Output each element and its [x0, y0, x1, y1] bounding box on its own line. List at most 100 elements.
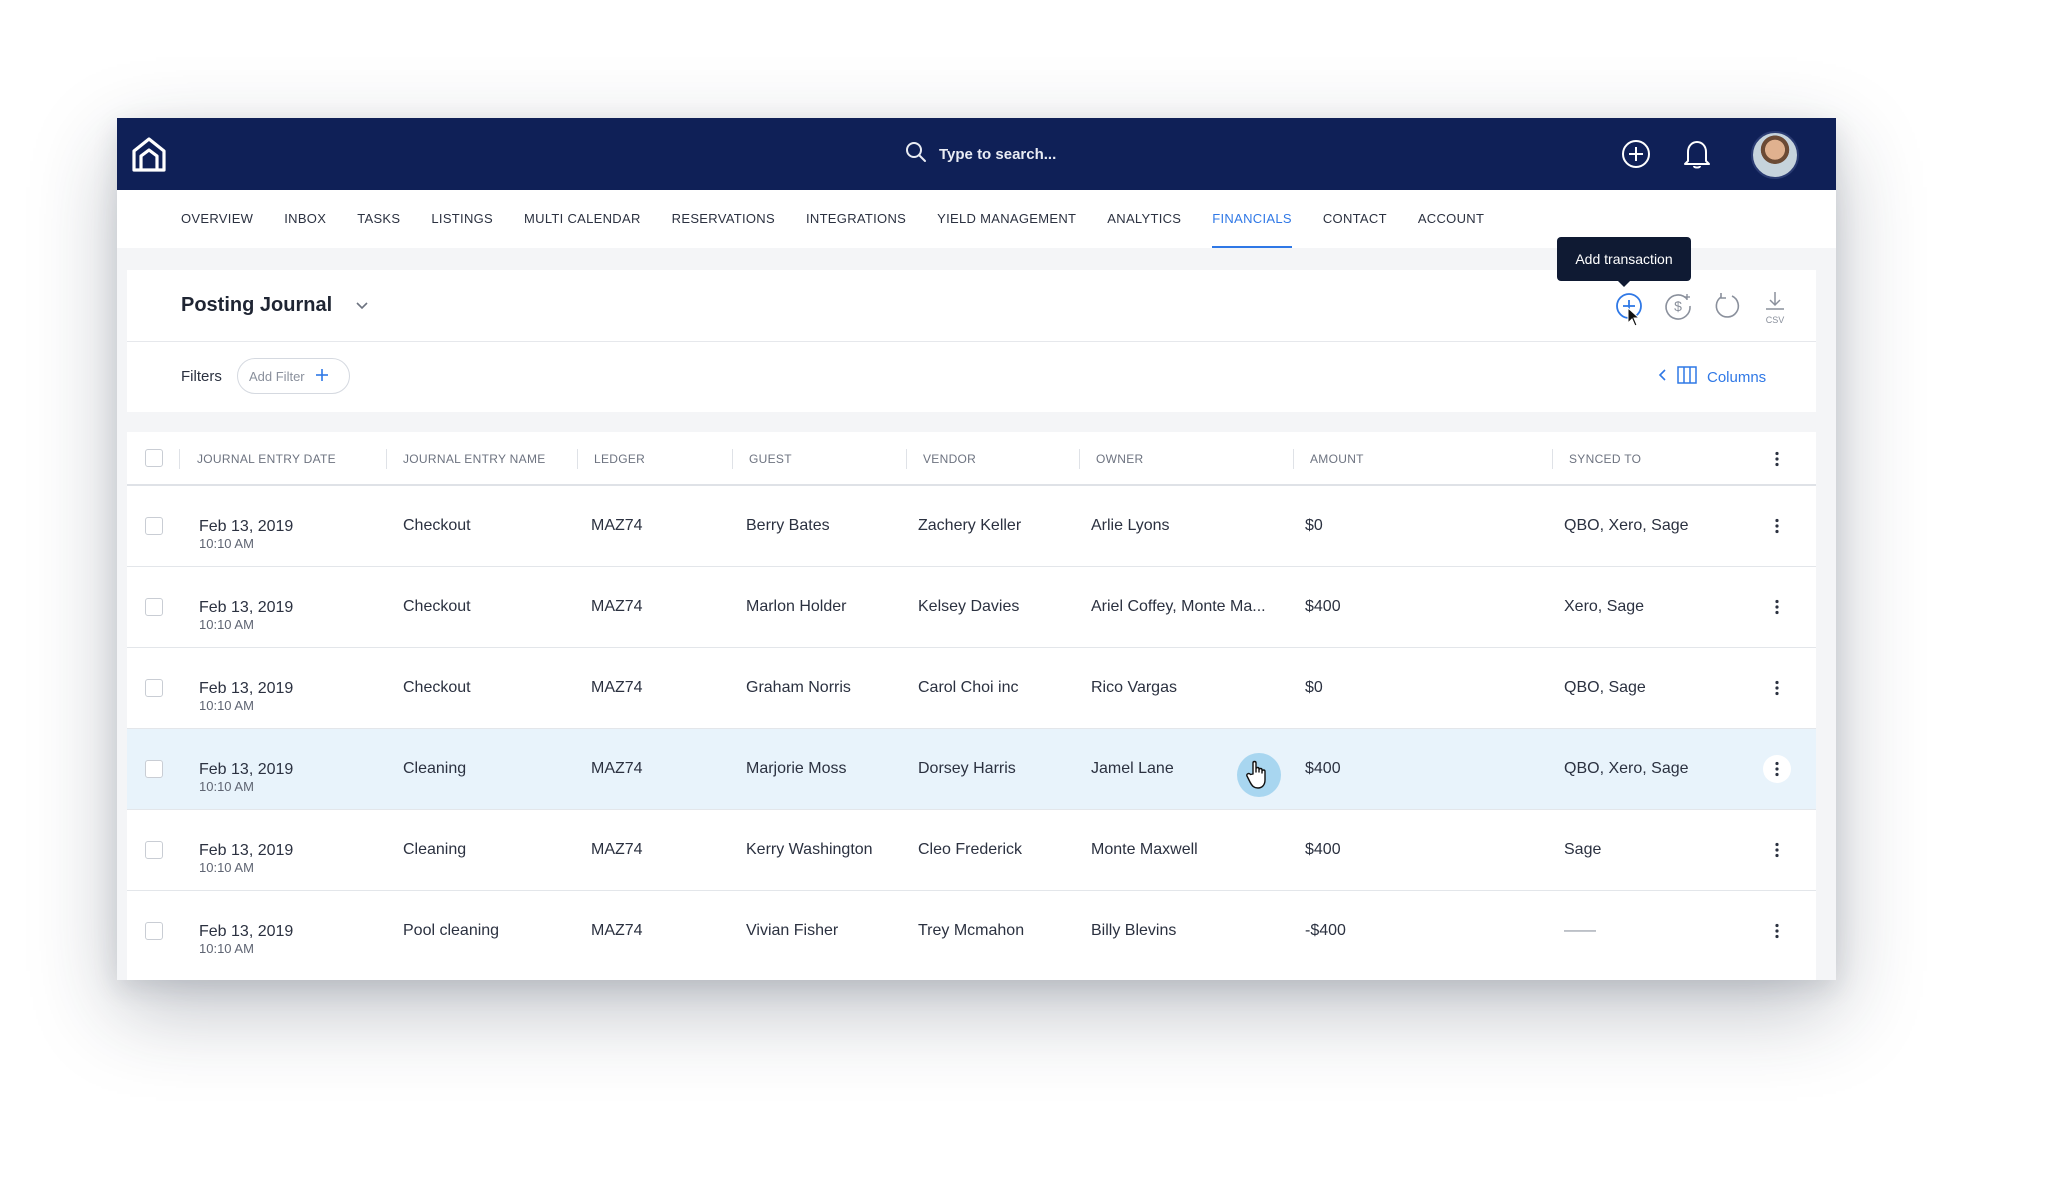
table-row[interactable]: Feb 13, 2019 10:10 AM Pool cleaning MAZ7… [127, 891, 1816, 972]
cell-ledger: MAZ74 [591, 679, 643, 696]
cell-name: Pool cleaning [403, 922, 500, 939]
add-circle-icon[interactable] [1617, 135, 1655, 173]
table-row[interactable]: Feb 13, 2019 10:10 AM Checkout MAZ74 Ber… [127, 486, 1816, 567]
header-guest[interactable]: GUEST [749, 452, 792, 466]
refresh-icon[interactable] [1709, 288, 1745, 324]
row-menu-icon[interactable] [1763, 836, 1791, 864]
search-input[interactable]: Type to search... [939, 146, 1056, 163]
filters-label: Filters [181, 368, 222, 385]
cell-vendor: Zachery Keller [918, 517, 1022, 534]
column-menu-icon[interactable] [1763, 445, 1791, 473]
row-checkbox[interactable] [145, 598, 163, 616]
cell-owner: Ariel Coffey, Monte Ma... [1091, 598, 1266, 615]
nav-listings[interactable]: LISTINGS [431, 190, 493, 248]
row-menu-icon[interactable] [1763, 593, 1791, 621]
cell-time: 10:10 AM [199, 536, 254, 551]
cell-ledger: MAZ74 [591, 841, 643, 858]
cell-name: Checkout [403, 598, 471, 615]
cell-date: Feb 13, 2019 [199, 923, 294, 940]
nav-tasks[interactable]: TASKS [357, 190, 400, 248]
columns-label: Columns [1707, 368, 1767, 386]
cell-synced-to: QBO, Sage [1564, 679, 1646, 696]
csv-label: CSV [1765, 315, 1785, 325]
nav-account[interactable]: ACCOUNT [1418, 190, 1484, 248]
row-checkbox[interactable] [145, 922, 163, 940]
cell-owner: Billy Blevins [1091, 922, 1177, 939]
mouse-pointer-icon [1627, 306, 1641, 332]
dollar-circle-icon[interactable]: $ [1660, 288, 1696, 324]
nav-yield-management[interactable]: YIELD MANAGEMENT [937, 190, 1076, 248]
cell-vendor: Trey Mcmahon [918, 922, 1025, 939]
columns-button[interactable]: Columns [1657, 366, 1766, 388]
cell-name: Cleaning [403, 841, 467, 858]
nav-financials[interactable]: FINANCIALS [1212, 190, 1292, 248]
bell-icon[interactable] [1678, 135, 1716, 173]
table-row[interactable]: Feb 13, 2019 10:10 AM Checkout MAZ74 Mar… [127, 567, 1816, 648]
column-separator [732, 449, 733, 469]
chevron-down-icon[interactable] [355, 298, 369, 317]
row-checkbox[interactable] [145, 679, 163, 697]
avatar[interactable] [1751, 131, 1799, 179]
filters-bar: Filters Add Filter Columns [127, 342, 1816, 412]
column-separator [1552, 449, 1553, 469]
plus-icon [315, 368, 329, 385]
nav-integrations[interactable]: INTEGRATIONS [806, 190, 906, 248]
table-row-highlighted[interactable]: Feb 13, 2019 10:10 AM Cleaning MAZ74 Mar… [127, 729, 1816, 810]
row-checkbox[interactable] [145, 517, 163, 535]
row-menu-icon[interactable] [1763, 674, 1791, 702]
search-icon [905, 141, 927, 168]
header-journal-entry-date[interactable]: JOURNAL ENTRY DATE [197, 452, 336, 466]
cell-vendor: Kelsey Davies [918, 598, 1020, 615]
nav-inbox[interactable]: INBOX [284, 190, 326, 248]
nav-reservations[interactable]: RESERVATIONS [672, 190, 775, 248]
cell-guest: Kerry Washington [746, 841, 873, 858]
header-ledger[interactable]: LEDGER [594, 452, 645, 466]
cell-guest: Vivian Fisher [746, 922, 839, 939]
column-separator [386, 449, 387, 469]
cell-amount: $400 [1305, 598, 1341, 615]
table-row[interactable]: Feb 13, 2019 10:10 AM Checkout MAZ74 Gra… [127, 648, 1816, 729]
posting-journal-table: JOURNAL ENTRY DATE JOURNAL ENTRY NAME LE… [127, 432, 1816, 980]
cell-name: Checkout [403, 679, 471, 696]
chevron-left-icon[interactable] [1657, 368, 1667, 386]
header-journal-entry-name[interactable]: JOURNAL ENTRY NAME [403, 452, 546, 466]
add-transaction-tooltip: Add transaction [1557, 237, 1691, 287]
cell-date: Feb 13, 2019 [199, 761, 294, 778]
row-checkbox[interactable] [145, 760, 163, 778]
add-filter-label: Add Filter [249, 368, 305, 384]
header-amount[interactable]: AMOUNT [1310, 452, 1364, 466]
cell-date: Feb 13, 2019 [199, 680, 294, 697]
add-filter-button[interactable]: Add Filter [237, 358, 350, 394]
row-menu-icon[interactable] [1763, 755, 1791, 783]
nav-contact[interactable]: CONTACT [1323, 190, 1387, 248]
cell-time: 10:10 AM [199, 941, 254, 956]
header-vendor[interactable]: VENDOR [923, 452, 976, 466]
cell-name: Cleaning [403, 760, 467, 777]
cell-time: 10:10 AM [199, 860, 254, 875]
header-owner[interactable]: OWNER [1096, 452, 1144, 466]
nav-overview[interactable]: OVERVIEW [181, 190, 253, 248]
select-all-checkbox[interactable] [145, 449, 163, 467]
row-menu-icon[interactable] [1763, 512, 1791, 540]
cell-ledger: MAZ74 [591, 517, 643, 534]
row-checkbox[interactable] [145, 841, 163, 859]
table-row[interactable]: Feb 13, 2019 10:10 AM Cleaning MAZ74 Ker… [127, 810, 1816, 891]
download-csv-icon[interactable]: CSV [1757, 288, 1793, 325]
cell-amount: -$400 [1305, 922, 1346, 939]
nav-analytics[interactable]: ANALYTICS [1107, 190, 1181, 248]
svg-text:$: $ [1674, 298, 1682, 314]
cell-date: Feb 13, 2019 [199, 842, 294, 859]
row-menu-icon[interactable] [1763, 917, 1791, 945]
page-title[interactable]: Posting Journal [181, 294, 332, 317]
top-bar: Type to search... [117, 118, 1836, 190]
cell-owner: Jamel Lane [1091, 760, 1174, 777]
nav-multi-calendar[interactable]: MULTI CALENDAR [524, 190, 641, 248]
cell-guest: Berry Bates [746, 517, 830, 534]
cell-guest: Marlon Holder [746, 598, 847, 615]
header-synced-to[interactable]: SYNCED TO [1569, 452, 1641, 466]
cell-amount: $0 [1305, 517, 1323, 534]
search-bar[interactable]: Type to search... [905, 140, 1056, 168]
home-logo-icon[interactable] [129, 134, 169, 174]
cell-vendor: Dorsey Harris [918, 760, 1016, 777]
cell-synced-to: —— [1564, 922, 1596, 939]
